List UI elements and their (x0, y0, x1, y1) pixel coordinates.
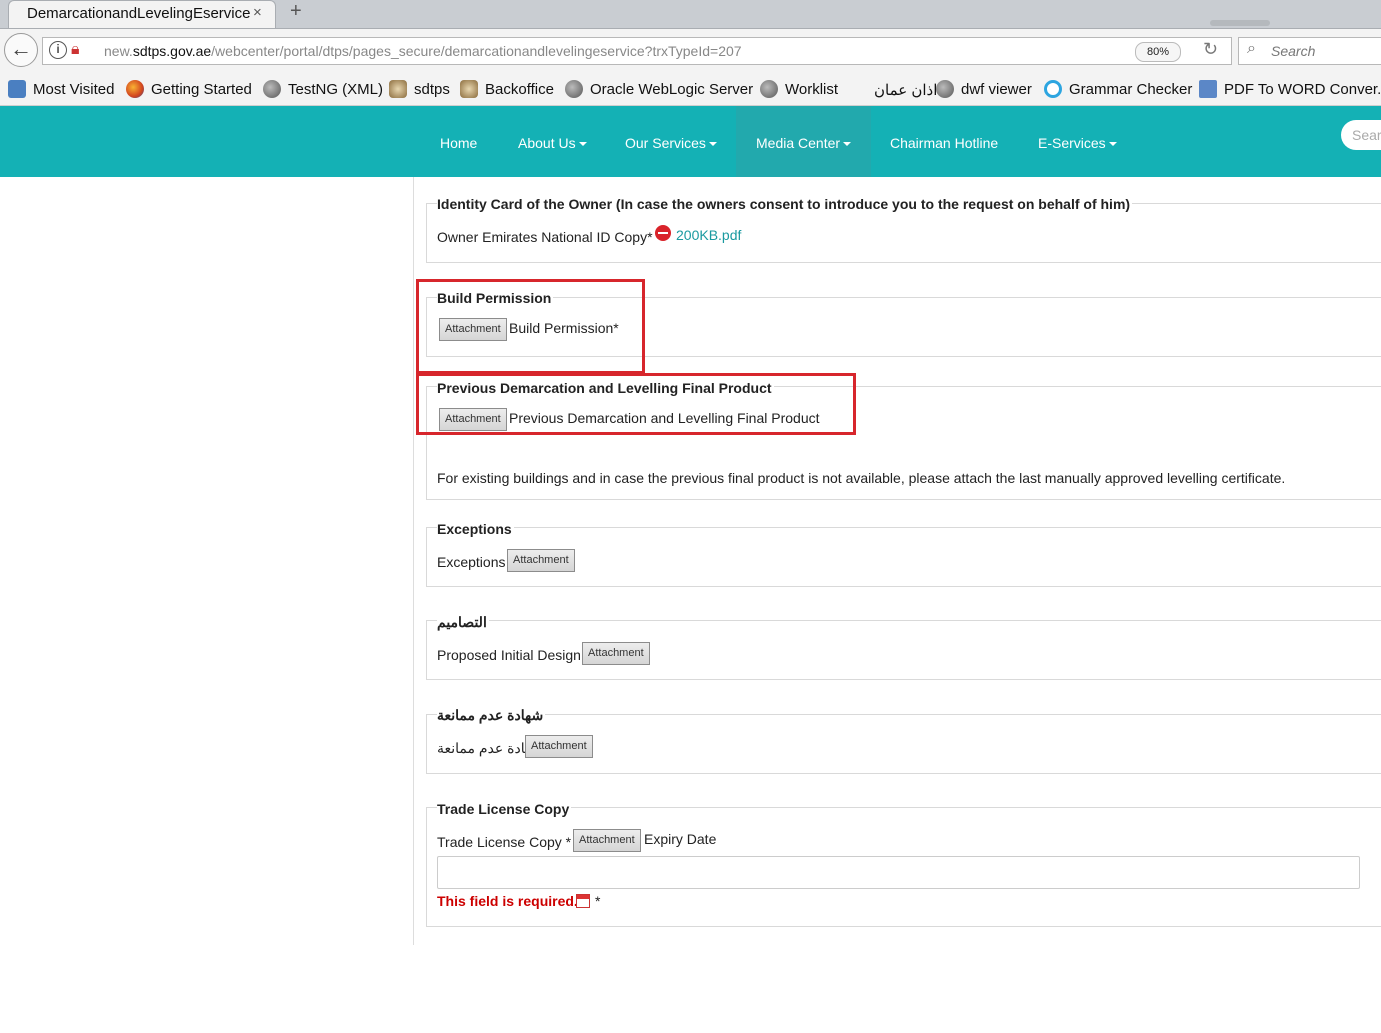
caret-down-icon (578, 142, 587, 147)
proposed-initial-design-attachment-button[interactable]: Attachment (582, 642, 650, 665)
trade-license-attachment-button[interactable]: Attachment (573, 829, 641, 852)
bookmark-getting-started[interactable]: Getting Started (151, 81, 252, 98)
insecure-lock-icon: 🔒︎ (71, 41, 80, 58)
firefox-icon (126, 80, 144, 98)
bookmark-oracle-weblogic[interactable]: Oracle WebLogic Server (590, 81, 753, 98)
reload-icon[interactable]: ↻ (1203, 39, 1218, 60)
bookmark-dwf-viewer[interactable]: dwf viewer (961, 81, 1032, 98)
url-text[interactable]: new.sdtps.gov.ae/webcenter/portal/dtps/p… (104, 43, 742, 59)
globe-icon (565, 80, 583, 98)
browser-tab[interactable]: DemarcationandLevelingEservice × (8, 0, 276, 28)
bookmark-sdtps[interactable]: sdtps (414, 81, 450, 98)
globe-icon (936, 80, 954, 98)
highlight-box-build-permission (416, 279, 645, 374)
remove-file-icon[interactable] (655, 225, 671, 241)
site-header: Home About Us Our Services Media Center … (0, 106, 1381, 177)
caret-down-icon (843, 142, 852, 147)
calendar-icon[interactable] (576, 894, 590, 908)
trade-license-label: Trade License Copy * (437, 834, 572, 850)
back-button[interactable]: ← (4, 33, 38, 67)
nav-our-services[interactable]: Our Services (625, 106, 717, 177)
bookmark-testng[interactable]: TestNG (XML) (288, 81, 383, 98)
required-asterisk: * (595, 893, 601, 909)
pdf-icon (1199, 80, 1217, 98)
site-search-input[interactable]: Sear (1341, 120, 1381, 150)
nav-media-center-label: Media Center (756, 135, 841, 151)
browser-search-box[interactable]: ⌕ Search (1238, 37, 1381, 65)
bookmark-backoffice[interactable]: Backoffice (485, 81, 554, 98)
required-field-error: This field is required. (437, 893, 578, 909)
nav-chairman-hotline[interactable]: Chairman Hotline (890, 106, 998, 177)
expiry-date-label: Expiry Date (644, 831, 717, 847)
new-tab-button[interactable]: + (290, 0, 302, 23)
exceptions-label: Exceptions (437, 554, 506, 570)
exceptions-attachment-button[interactable]: Attachment (507, 549, 575, 572)
emblem-icon (389, 80, 407, 98)
browser-search-placeholder: Search (1271, 43, 1316, 59)
nav-about-us-label: About Us (518, 135, 576, 151)
highlight-box-previous-demarcation (416, 373, 856, 435)
caret-down-icon (708, 142, 717, 147)
info-icon[interactable]: i (49, 41, 67, 59)
url-bar[interactable]: i 🔒︎ new.sdtps.gov.ae/webcenter/portal/d… (42, 37, 1232, 65)
previous-demarcation-note: For existing buildings and in case the p… (437, 470, 1286, 486)
nav-home[interactable]: Home (440, 106, 477, 177)
bookmark-grammar-checker[interactable]: Grammar Checker (1069, 81, 1192, 98)
tab-title: DemarcationandLevelingEservice (27, 5, 251, 22)
bookmark-pdf-to-word[interactable]: PDF To WORD Conver... (1224, 81, 1381, 98)
bookmark-most-visited[interactable]: Most Visited (33, 81, 114, 98)
noc-attachment-button[interactable]: Attachment (525, 735, 593, 758)
bookmarks-toolbar: Most Visited Getting Started TestNG (XML… (0, 73, 1381, 106)
bookmark-azan-oman[interactable]: اذان عمان (874, 81, 937, 99)
designs-legend: التصاميم (437, 614, 489, 631)
expiry-date-input[interactable] (437, 856, 1360, 889)
grammar-icon (1044, 80, 1062, 98)
uploaded-file-link[interactable]: 200KB.pdf (676, 227, 741, 243)
nav-media-center[interactable]: Media Center (736, 106, 872, 177)
identity-legend: Identity Card of the Owner (In case the … (437, 196, 1133, 212)
nav-our-services-label: Our Services (625, 135, 706, 151)
nav-about-us[interactable]: About Us (518, 106, 587, 177)
nav-e-services[interactable]: E-Services (1038, 106, 1117, 177)
zoom-level-badge[interactable]: 80% (1135, 42, 1181, 62)
tab-strip-decoration (1210, 20, 1270, 26)
search-icon: ⌕ (1247, 40, 1256, 57)
exceptions-legend: Exceptions (437, 521, 514, 537)
owner-id-label: Owner Emirates National ID Copy* (437, 229, 653, 245)
noc-legend: شهادة عدم ممانعة (437, 707, 546, 724)
proposed-initial-design-label: Proposed Initial Design (437, 647, 581, 663)
most-visited-icon (8, 80, 26, 98)
tab-close-icon[interactable]: × (253, 4, 262, 21)
globe-icon (263, 80, 281, 98)
caret-down-icon (1108, 142, 1117, 147)
bookmark-worklist[interactable]: Worklist (785, 81, 838, 98)
nav-e-services-label: E-Services (1038, 135, 1106, 151)
trade-license-legend: Trade License Copy (437, 801, 572, 817)
tab-bar: DemarcationandLevelingEservice × + (0, 0, 1381, 29)
browser-navbar: ← i 🔒︎ new.sdtps.gov.ae/webcenter/portal… (0, 29, 1381, 73)
emblem-icon (460, 80, 478, 98)
globe-icon (760, 80, 778, 98)
content-divider (413, 177, 414, 945)
